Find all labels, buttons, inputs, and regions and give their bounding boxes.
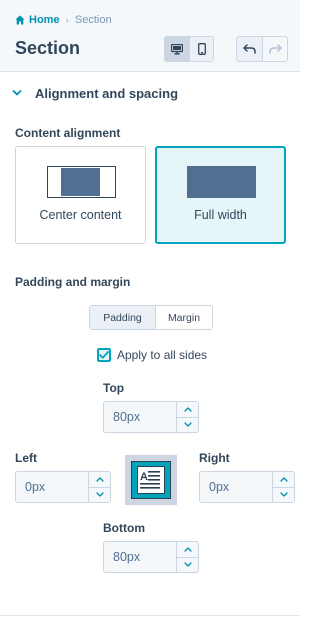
bottom-increment[interactable] [177,542,198,557]
desktop-icon [171,43,183,54]
checkmark-icon [99,351,109,359]
bottom-stepper[interactable]: 80px [103,541,199,573]
spacing-preview: A [125,455,177,505]
mobile-icon [197,43,206,55]
center-content-label: Center content [39,208,122,222]
panel-divider [0,615,300,616]
left-stepper[interactable]: 0px [15,471,111,503]
chevron-up-icon [183,407,192,412]
desktop-view-button[interactable] [165,37,189,61]
device-toggle [164,36,214,62]
breadcrumb-home-link[interactable]: Home [29,14,60,26]
center-content-option[interactable]: Center content [15,146,146,244]
right-stepper[interactable]: 0px [199,471,295,503]
right-increment[interactable] [273,472,294,487]
left-input[interactable]: 0px [16,472,88,502]
apply-all-sides-checkbox[interactable] [97,348,111,362]
panel-header: Home › Section Section [0,0,300,72]
chevron-down-icon [183,422,192,427]
document-icon: A [137,466,165,494]
padding-margin-heading: Padding and margin [15,275,131,289]
alignment-spacing-toggle[interactable]: Alignment and spacing [0,73,300,113]
left-label: Left [15,451,37,465]
top-label: Top [103,381,125,395]
right-label: Right [199,451,230,465]
chevron-down-icon [95,492,104,497]
redo-icon [268,44,282,54]
chevron-down-icon [12,90,22,96]
breadcrumb-separator: › [65,14,69,26]
apply-all-sides-label: Apply to all sides [117,348,208,362]
top-increment[interactable] [177,402,198,417]
redo-button[interactable] [262,37,287,61]
bottom-label: Bottom [103,521,145,535]
full-width-option[interactable]: Full width [155,146,286,244]
left-decrement[interactable] [89,486,110,503]
breadcrumb: Home › Section [15,13,112,27]
left-increment[interactable] [89,472,110,487]
bottom-decrement[interactable] [177,556,198,573]
bottom-input[interactable]: 80px [104,542,176,572]
top-input[interactable]: 80px [104,402,176,432]
svg-text:A: A [140,471,148,483]
right-decrement[interactable] [273,486,294,503]
tab-padding[interactable]: Padding [90,306,155,329]
padding-margin-tabs: Padding Margin [89,305,213,330]
page-title: Section [15,38,81,58]
content-alignment-heading: Content alignment [15,126,121,140]
mobile-view-button[interactable] [189,37,213,61]
undo-button[interactable] [237,37,262,61]
right-input[interactable]: 0px [200,472,272,502]
chevron-up-icon [279,477,288,482]
history-controls [236,36,288,62]
tab-margin[interactable]: Margin [155,306,212,329]
section-label: Alignment and spacing [35,86,179,101]
chevron-down-icon [279,492,288,497]
home-icon [15,15,25,25]
undo-icon [243,44,256,54]
chevron-up-icon [183,547,192,552]
apply-all-sides-row[interactable]: Apply to all sides [97,347,207,363]
center-content-icon [47,166,116,198]
chevron-up-icon [95,477,104,482]
full-width-icon [187,166,256,198]
top-decrement[interactable] [177,416,198,433]
chevron-down-icon [183,562,192,567]
top-stepper[interactable]: 80px [103,401,199,433]
full-width-label: Full width [194,208,247,222]
breadcrumb-current: Section [74,14,112,26]
